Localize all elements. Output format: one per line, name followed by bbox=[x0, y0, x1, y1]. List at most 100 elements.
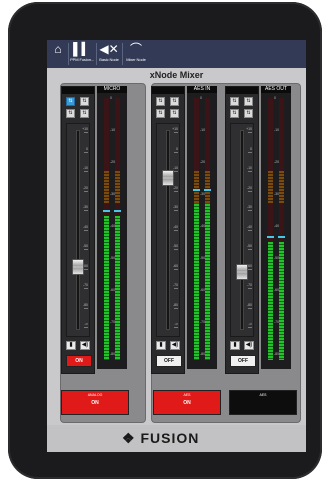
meter-warning-zone bbox=[104, 171, 109, 203]
fader-tick bbox=[84, 327, 88, 328]
meter-scale-label: -20 bbox=[274, 160, 280, 164]
speaker-icon[interactable]: ◀) bbox=[244, 341, 254, 350]
output-label: AES bbox=[259, 393, 267, 397]
meter-scale-label: -80 bbox=[200, 352, 206, 356]
routing-button[interactable]: ⇅ bbox=[66, 97, 75, 106]
fader-tick bbox=[248, 171, 252, 172]
fader-tick-label: -∞ bbox=[174, 322, 178, 326]
meter-scale-label: -10 bbox=[110, 128, 116, 132]
speaker-icon[interactable]: ◀) bbox=[80, 341, 90, 350]
meter-peak-marker bbox=[278, 236, 285, 239]
fader-tick-label: +10 bbox=[172, 127, 178, 131]
output-aes-out-button[interactable]: AES bbox=[229, 390, 297, 415]
volume-fader[interactable]: +10 0 -10 -20 -30 -40 -50 -60 -70 -80 -∞ bbox=[230, 123, 254, 337]
routing-button[interactable]: ⇅ bbox=[170, 97, 179, 106]
fader-track bbox=[166, 130, 170, 330]
fader-tick bbox=[174, 249, 178, 250]
logo-mark-icon: ❖ bbox=[122, 430, 136, 446]
toolbar-label: Basic Node bbox=[99, 57, 119, 62]
fader-tick-label: -70 bbox=[246, 283, 252, 287]
fader-tick bbox=[84, 307, 88, 309]
channel-strip-aes-out: ⇅ ⇅ ⇅ ⇅ +10 0 -10 -20 -30 -40 -50 -60 -70 -80 -∞ ▮ ◀) OFF bbox=[225, 86, 259, 374]
tablet-frame: ⌂ ▌▍ PPM Fusion... ◀✕ Basic Node ⌒ Mixer Node … bbox=[8, 2, 322, 479]
fader-tick bbox=[174, 229, 178, 231]
fader-tick-label: +10 bbox=[246, 127, 252, 131]
routing-button[interactable]: ⇅ bbox=[80, 97, 89, 106]
toolbar-ppm-fusion-button[interactable]: ▌▍ PPM Fusion... bbox=[69, 42, 95, 66]
channel-on-off-button[interactable]: OFF bbox=[230, 355, 256, 367]
fader-tick-label: -70 bbox=[82, 283, 88, 287]
volume-fader[interactable]: +10 0 -10 -20 -30 -40 -50 -60 -70 -80 -∞ bbox=[156, 123, 180, 337]
toolbar-label: Mixer Node bbox=[126, 57, 146, 62]
output-aes-in-button[interactable]: AES ON bbox=[153, 390, 221, 415]
routing-button[interactable]: ⇅ bbox=[156, 109, 165, 118]
meter-scale-label: -30 bbox=[274, 192, 280, 196]
mixer-node-icon: ⌒ bbox=[129, 42, 142, 56]
fader-tick bbox=[248, 210, 252, 211]
fader-knob[interactable] bbox=[72, 258, 84, 275]
fader-tick bbox=[248, 288, 252, 289]
channel-label bbox=[152, 87, 184, 94]
fader-tick bbox=[84, 190, 88, 192]
meter-bar bbox=[204, 98, 211, 360]
output-state: ON bbox=[183, 400, 191, 406]
channel-label bbox=[62, 87, 94, 94]
routing-button[interactable]: ⇅ bbox=[230, 97, 239, 106]
routing-button[interactable]: ⇅ bbox=[244, 97, 253, 106]
mute-icon[interactable]: ▮ bbox=[66, 341, 76, 350]
meter-scale-label: -40 bbox=[200, 224, 206, 228]
fader-tick bbox=[174, 307, 178, 309]
fader-tick bbox=[174, 171, 178, 172]
meter-scale-label: -50 bbox=[274, 256, 280, 260]
fader-tick bbox=[84, 132, 88, 133]
level-meter-micro: MICRO 0 -10 -20 -30 -40 -50 -60 -70 -80 bbox=[97, 86, 127, 369]
output-micro-button[interactable]: ANALOG ON bbox=[61, 390, 129, 415]
channel-on-off-button[interactable]: OFF bbox=[156, 355, 182, 367]
page-title: xNode Mixer bbox=[149, 70, 204, 80]
level-meter-aes-in: AES IN 0 -10 -20 -30 -40 -50 -60 -70 -80 bbox=[187, 86, 217, 369]
channel-on-off-button[interactable]: ON bbox=[66, 355, 92, 367]
meter-peak-marker bbox=[193, 188, 200, 191]
meter-title: AES OUT bbox=[261, 86, 291, 93]
volume-fader[interactable]: +10 0 -10 -20 -30 -40 -50 -60 -70 -80 -∞ bbox=[66, 123, 90, 337]
fader-tick-label: -∞ bbox=[84, 322, 88, 326]
basic-node-icon: ◀✕ bbox=[99, 42, 119, 56]
fader-track bbox=[240, 130, 244, 330]
mute-icon[interactable]: ▮ bbox=[156, 341, 166, 350]
meter-scale-label: -60 bbox=[110, 288, 116, 292]
meter-bar bbox=[103, 98, 110, 360]
fader-tick bbox=[248, 190, 252, 192]
routing-button[interactable]: ⇅ bbox=[170, 109, 179, 118]
fader-tick bbox=[84, 249, 88, 250]
fader-knob[interactable] bbox=[162, 170, 174, 187]
output-label: AES bbox=[183, 393, 191, 397]
fader-tick-label: -50 bbox=[172, 244, 178, 248]
routing-button[interactable]: ⇅ bbox=[230, 109, 239, 118]
meter-scale-label: -40 bbox=[274, 224, 280, 228]
toolbar-home-button[interactable]: ⌂ bbox=[49, 42, 67, 66]
meter-fill bbox=[205, 194, 210, 360]
footer: ❖ FUSION bbox=[47, 425, 306, 452]
fusion-logo: ❖ FUSION bbox=[122, 430, 199, 447]
routing-button[interactable]: ⇅ bbox=[80, 109, 89, 118]
fader-tick-label: -50 bbox=[82, 244, 88, 248]
meter-title: AES IN bbox=[187, 86, 217, 93]
routing-button[interactable]: ⇅ bbox=[156, 97, 165, 106]
meter-scale-label: -10 bbox=[274, 128, 280, 132]
fader-tick-label: -10 bbox=[172, 166, 178, 170]
toolbar-mixer-node-button[interactable]: ⌒ Mixer Node bbox=[123, 42, 149, 66]
meter-bar bbox=[267, 98, 274, 360]
meter-scale-label: -70 bbox=[200, 320, 206, 324]
fader-tick-label: 0 bbox=[250, 146, 252, 151]
fader-tick bbox=[248, 268, 252, 270]
speaker-icon[interactable]: ◀) bbox=[170, 341, 180, 350]
meter-scale-label: -80 bbox=[274, 352, 280, 356]
fader-knob[interactable] bbox=[236, 264, 248, 281]
routing-button[interactable]: ⇅ bbox=[66, 109, 75, 118]
routing-button[interactable]: ⇅ bbox=[244, 109, 253, 118]
fader-tick bbox=[174, 190, 178, 192]
meter-scale-label: -70 bbox=[110, 320, 116, 324]
fader-tick-label: 0 bbox=[176, 146, 178, 151]
mute-icon[interactable]: ▮ bbox=[230, 341, 240, 350]
toolbar-basic-node-button[interactable]: ◀✕ Basic Node bbox=[97, 42, 121, 66]
